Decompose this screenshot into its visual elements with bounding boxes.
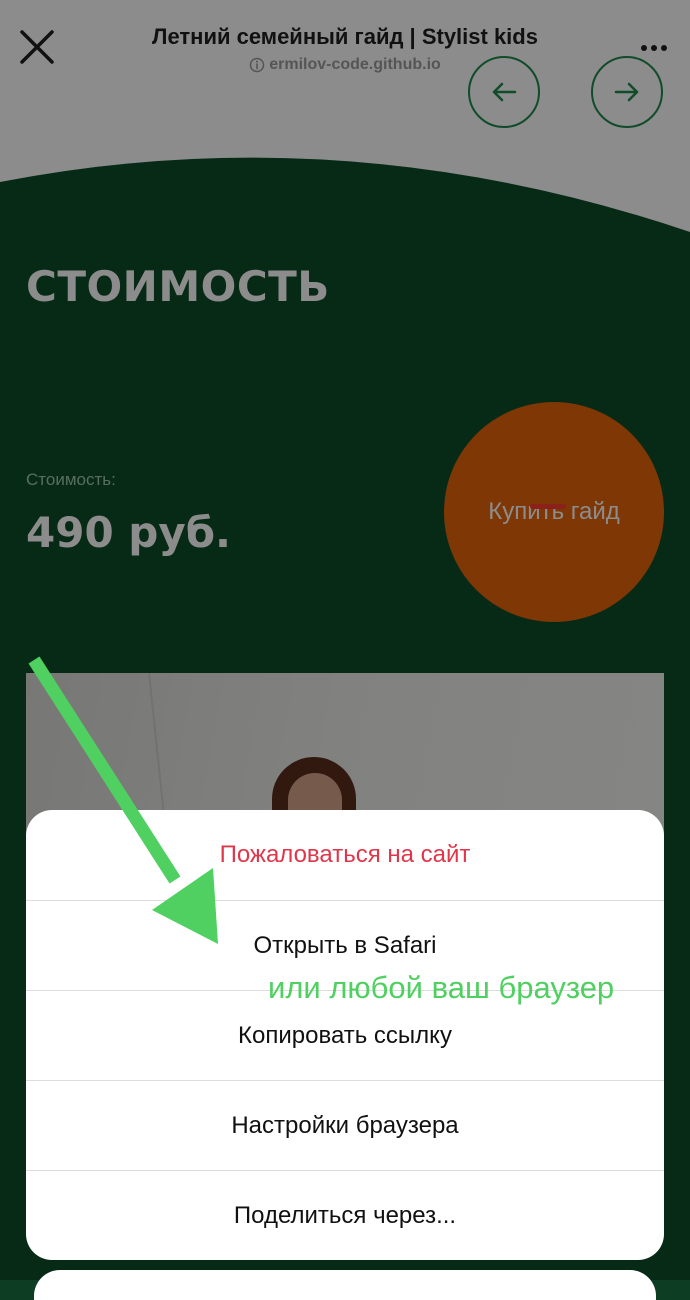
annotation-hint: или любой ваш браузер bbox=[268, 970, 615, 1005]
annotation-arrow-icon bbox=[28, 656, 218, 944]
